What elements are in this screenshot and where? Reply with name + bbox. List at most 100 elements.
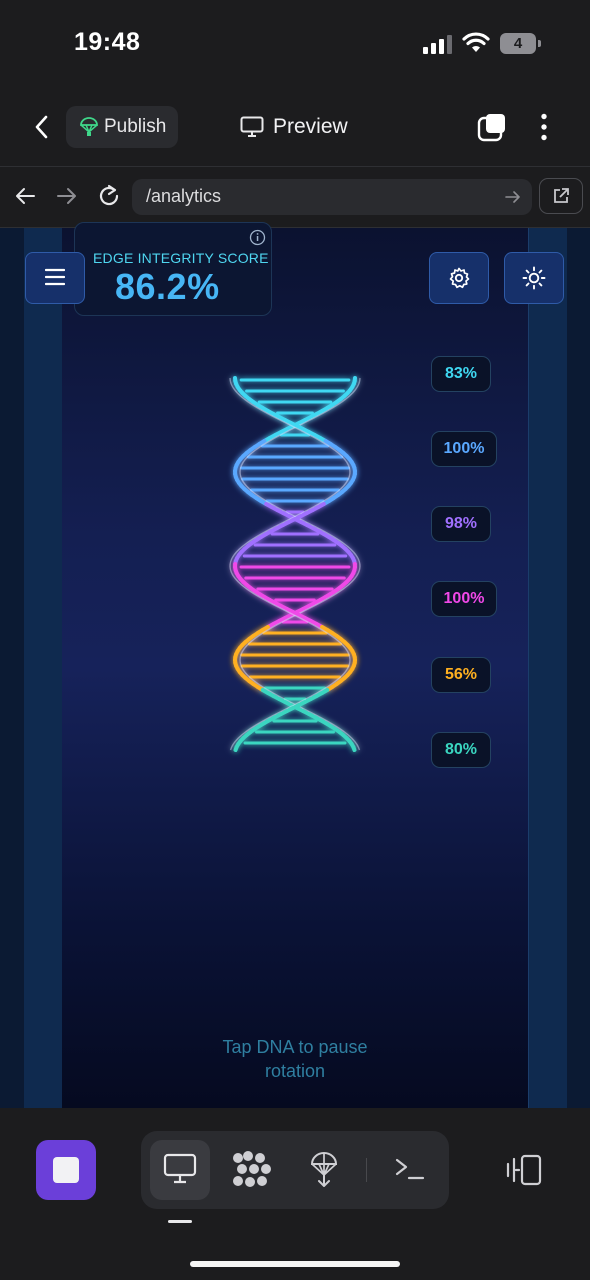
parachute-icon[interactable] — [310, 1151, 338, 1187]
kebab-icon[interactable] — [540, 113, 548, 141]
publish-label: Publish — [104, 116, 167, 137]
dna-strand-highlight — [350, 548, 355, 553]
signal-icon — [423, 34, 453, 54]
parachute-icon — [80, 117, 98, 137]
dna-strand-highlight — [232, 740, 237, 745]
dna-strand-highlight — [239, 473, 242, 478]
dna-strand-highlight — [244, 644, 248, 649]
terminal-icon[interactable] — [394, 1156, 426, 1182]
dna-strand-highlight — [342, 644, 346, 649]
dna-strand-highlight — [243, 482, 247, 487]
score-label: EDGE INTEGRITY SCORE — [93, 250, 269, 266]
dna-strand-highlight — [347, 476, 350, 481]
dna-strand-highlight — [353, 551, 357, 556]
sun-icon — [522, 266, 546, 290]
dna-strand-highlight — [229, 569, 233, 574]
dna-strand-highlight — [353, 740, 358, 745]
dna-strand-highlight — [242, 647, 246, 652]
dna-strand-highlight — [233, 551, 237, 556]
dna-strand-highlight — [229, 566, 232, 571]
dna-strand-highlight — [231, 743, 234, 748]
dna-strand-b — [233, 745, 239, 752]
info-icon[interactable] — [249, 229, 266, 246]
dna-strand-highlight — [230, 383, 234, 388]
dna-strand-highlight — [357, 557, 360, 562]
dna-strand-highlight — [229, 380, 232, 385]
dna-strand-highlight — [352, 389, 356, 394]
stop-icon — [53, 1157, 79, 1183]
side-panel-icon[interactable] — [506, 1154, 542, 1186]
segment-badge-4: 100% — [431, 581, 497, 617]
dna-strand-highlight — [236, 392, 242, 397]
dna-strand-highlight — [342, 671, 346, 676]
dna-strand-highlight — [343, 458, 348, 463]
dna-strand-highlight — [235, 548, 240, 553]
monitor-icon — [163, 1153, 197, 1185]
dna-strand-highlight — [229, 746, 233, 751]
external-link-icon — [552, 187, 570, 205]
dna-strand-highlight — [234, 389, 238, 394]
dna-strand-highlight — [348, 662, 351, 667]
dna-helix[interactable] — [200, 360, 390, 770]
dna-strand-highlight — [230, 557, 233, 562]
monitor-icon — [240, 116, 264, 138]
segment-badge-5: 56% — [431, 657, 491, 693]
tabs-icon[interactable] — [477, 112, 507, 142]
gear-icon — [448, 267, 470, 289]
chevron-left-icon[interactable] — [32, 114, 52, 140]
dna-strand-highlight — [241, 461, 244, 466]
dna-strand-highlight — [346, 461, 349, 466]
status-time: 19:48 — [74, 28, 141, 56]
dna-strand-highlight — [232, 386, 236, 391]
nav-back-icon[interactable] — [14, 186, 36, 206]
dna-strand-highlight — [229, 560, 232, 565]
dna-strand-highlight — [358, 560, 361, 565]
dna-strand-highlight — [348, 653, 351, 658]
dna-strand-highlight — [348, 467, 351, 472]
hamburger-icon — [45, 268, 65, 286]
dna-strand-highlight — [353, 575, 358, 580]
dna-strand-highlight — [231, 572, 234, 577]
dna-strand-highlight — [344, 647, 348, 652]
dna-strand-highlight — [240, 476, 243, 481]
score-value: 86.2% — [115, 266, 220, 307]
dna-strand-highlight — [357, 569, 361, 574]
hint-text: Tap DNA to pause rotation — [222, 1037, 368, 1081]
grid-dots-icon[interactable] — [232, 1151, 272, 1189]
nav-forward-icon[interactable] — [56, 186, 78, 206]
dna-strand-highlight — [239, 662, 242, 667]
dna-strand-highlight — [351, 578, 355, 583]
divider — [366, 1158, 367, 1182]
dna-strand-highlight — [232, 575, 237, 580]
segment-badge-2: 100% — [431, 431, 497, 467]
dna-strand-highlight — [235, 578, 239, 583]
dna-strand-highlight — [358, 380, 361, 385]
dna-strand-highlight — [356, 572, 359, 577]
dna-strand-highlight — [239, 467, 242, 472]
dna-strand-highlight — [356, 743, 359, 748]
dna-strand-highlight — [357, 746, 361, 751]
right-rail — [528, 228, 567, 1108]
go-arrow-icon[interactable] — [505, 189, 521, 205]
active-indicator — [168, 1220, 192, 1223]
url-text[interactable]: /analytics — [146, 186, 221, 207]
left-rail — [24, 228, 63, 1108]
dna-strand-highlight — [355, 554, 359, 559]
reload-icon[interactable] — [96, 183, 122, 209]
dna-strand-highlight — [235, 737, 239, 742]
dna-strand-highlight — [358, 566, 361, 571]
dna-strand-highlight — [348, 473, 351, 478]
dna-strand-highlight — [351, 737, 355, 742]
preview-button[interactable]: Preview — [273, 115, 348, 139]
dna-strand-highlight — [231, 554, 235, 559]
home-indicator — [190, 1261, 400, 1267]
battery-indicator: 4 — [500, 33, 541, 54]
segment-badge-3: 98% — [431, 506, 491, 542]
segment-badge-1: 83% — [431, 356, 491, 392]
dna-strand-highlight — [356, 383, 360, 388]
dna-strand-highlight — [354, 386, 358, 391]
dna-strand-highlight — [348, 392, 354, 397]
dna-strand-highlight — [244, 671, 248, 676]
wifi-icon — [462, 32, 490, 54]
dna-strand-highlight — [242, 458, 247, 463]
